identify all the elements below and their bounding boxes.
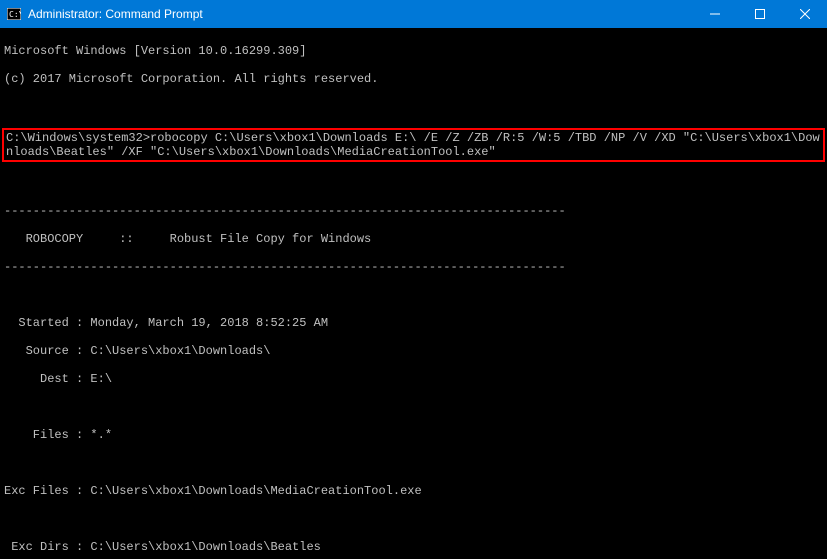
dest-line: Dest : E:\ [4, 372, 823, 386]
blank-line [4, 288, 823, 302]
robocopy-title: ROBOCOPY :: Robust File Copy for Windows [4, 232, 823, 246]
divider-line: ----------------------------------------… [4, 204, 823, 218]
exc-files-line: Exc Files : C:\Users\xbox1\Downloads\Med… [4, 484, 823, 498]
window-controls [692, 0, 827, 28]
blank-line [4, 456, 823, 470]
svg-text:C:\: C:\ [9, 10, 21, 19]
copyright-line: (c) 2017 Microsoft Corporation. All righ… [4, 72, 823, 86]
files-line: Files : *.* [4, 428, 823, 442]
window-titlebar: C:\ Administrator: Command Prompt [0, 0, 827, 28]
divider-line: ----------------------------------------… [4, 260, 823, 274]
blank-line [4, 176, 823, 190]
os-version-line: Microsoft Windows [Version 10.0.16299.30… [4, 44, 823, 58]
prompt-path: C:\Windows\system32> [6, 131, 150, 145]
close-button[interactable] [782, 0, 827, 28]
blank-line [4, 512, 823, 526]
command-highlight: C:\Windows\system32>robocopy C:\Users\xb… [2, 128, 825, 162]
window-title: Administrator: Command Prompt [28, 7, 692, 21]
blank-line [4, 400, 823, 414]
terminal-output[interactable]: Microsoft Windows [Version 10.0.16299.30… [0, 28, 827, 559]
exc-dirs-line: Exc Dirs : C:\Users\xbox1\Downloads\Beat… [4, 540, 823, 554]
minimize-button[interactable] [692, 0, 737, 28]
started-line: Started : Monday, March 19, 2018 8:52:25… [4, 316, 823, 330]
blank-line [4, 100, 823, 114]
maximize-button[interactable] [737, 0, 782, 28]
source-line: Source : C:\Users\xbox1\Downloads\ [4, 344, 823, 358]
cmd-icon: C:\ [6, 6, 22, 22]
